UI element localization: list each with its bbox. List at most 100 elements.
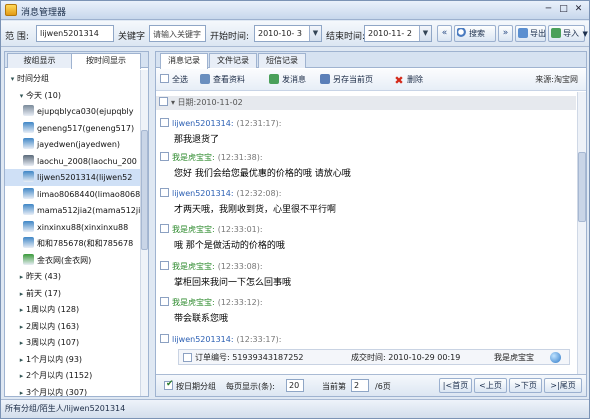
next-page-button[interactable]: >下页 — [509, 378, 542, 393]
total-pages: /6页 — [375, 382, 391, 391]
current-page-input[interactable]: 2 — [351, 379, 369, 392]
message-header: 我是虎宝宝: (12:33:01): — [160, 224, 263, 235]
tab-sms-records[interactable]: 短信记录 — [258, 53, 306, 68]
sender-name[interactable]: lijwen5201314: — [172, 189, 234, 198]
export-button[interactable]: 导出 — [515, 25, 546, 42]
message-checkbox[interactable] — [160, 261, 169, 270]
group-by-day-toggle[interactable]: ✔ 按日期分组 — [164, 379, 216, 392]
select-all-checkbox[interactable] — [160, 74, 169, 83]
sender-name[interactable]: 我是虎宝宝: — [172, 262, 215, 271]
tree-group-item[interactable]: ▸ 3个月以内 (307) — [5, 384, 148, 397]
order-number: 订单编号: 51939343187252 — [195, 353, 304, 362]
message-scrollbar[interactable] — [577, 92, 586, 374]
expand-arrow-icon[interactable]: ▸ — [17, 319, 26, 335]
group-by-day-checkbox[interactable]: ✔ — [164, 379, 174, 390]
keyword-input[interactable]: 请输入关键字 — [149, 25, 206, 42]
chevron-down-icon[interactable]: ▼ — [419, 26, 431, 41]
per-page-input[interactable]: 20 — [286, 379, 304, 392]
prev-page-button[interactable]: <上页 — [474, 378, 507, 393]
minimize-button[interactable]: ─ — [542, 4, 555, 16]
expand-arrow-icon[interactable]: ▸ — [17, 286, 26, 302]
expand-arrow-icon[interactable]: ▸ — [17, 385, 26, 397]
tree-group-item[interactable]: ▸ 1个月以内 (93) — [5, 351, 148, 368]
contact-item[interactable]: geneng517(geneng517) — [5, 120, 148, 137]
contact-item[interactable]: 金衣网(金衣网) — [5, 252, 148, 269]
import-button[interactable]: 导入 ▼ — [548, 25, 588, 42]
message-checkbox[interactable] — [160, 334, 169, 343]
sender-name[interactable]: 我是虎宝宝: — [172, 225, 215, 234]
expand-arrow-icon[interactable]: ▸ — [17, 368, 26, 384]
contact-item[interactable]: ejupqblyca030(ejupqbly — [5, 103, 148, 120]
tab-file-records[interactable]: 文件记录 — [209, 53, 257, 68]
message-checkbox[interactable] — [160, 224, 169, 233]
tree-item-label: 金衣网(金衣网) — [37, 255, 92, 265]
scroll-thumb[interactable] — [141, 130, 148, 250]
close-button[interactable]: ✕ — [572, 4, 585, 16]
contact-item[interactable]: mama512jia2(mama512ji — [5, 202, 148, 219]
chevron-down-icon[interactable]: ▼ — [583, 30, 588, 38]
last-page-button[interactable]: >|尾页 — [544, 378, 582, 393]
profile-icon — [200, 74, 210, 84]
expand-arrow-icon[interactable]: ▸ — [17, 302, 26, 318]
expand-arrow-icon[interactable]: ▸ — [17, 352, 26, 368]
tree-group-item[interactable]: ▸ 昨天 (43) — [5, 268, 148, 285]
tab-by-group[interactable]: 按组显示 — [7, 53, 72, 68]
sender-name[interactable]: 我是虎宝宝: — [172, 153, 215, 162]
contact-item[interactable]: 和和785678(和和785678 — [5, 235, 148, 252]
avatar-icon — [23, 105, 34, 116]
contact-item[interactable]: xinxinxu88(xinxinxu88 — [5, 219, 148, 236]
group-by-day-label: 按日期分组 — [176, 382, 216, 391]
expand-arrow-icon[interactable]: ▸ — [17, 269, 26, 285]
order-card[interactable]: 订单编号: 51939343187252 成交时间: 2010-10-29 00:… — [178, 349, 570, 365]
message-checkbox[interactable] — [160, 118, 169, 127]
sender-name[interactable]: 我是虎宝宝: — [172, 298, 215, 307]
next-period-button[interactable]: » — [498, 25, 513, 42]
range-field[interactable]: lijwen5201314 — [36, 25, 114, 42]
date-group-checkbox[interactable] — [159, 97, 168, 106]
tree-group-item[interactable]: ▸ 前天 (17) — [5, 285, 148, 302]
record-toolbar: 全选 查看资料 发消息 另存当前页 ✖ 删除 来源:淘宝网 — [156, 69, 586, 91]
contact-item[interactable]: laochu_2008(laochu_200 — [5, 153, 148, 170]
tab-by-time[interactable]: 按时间显示 — [71, 53, 141, 69]
message-checkbox[interactable] — [160, 188, 169, 197]
save-page-button[interactable]: 另存当前页 — [320, 74, 373, 86]
select-all[interactable]: 全选 — [160, 74, 188, 86]
date-group-header[interactable]: ▾ 日期:2010-11-02 — [156, 96, 576, 110]
left-scrollbar[interactable] — [140, 70, 148, 396]
expand-arrow-icon[interactable]: ▸ — [17, 335, 26, 351]
message-time: (12:33:17): — [236, 335, 282, 344]
avatar-icon — [23, 138, 34, 149]
start-time-select[interactable]: 2010-10- 3 ▼ — [254, 25, 322, 42]
tree-item-label: 和和785678(和和785678 — [37, 239, 134, 248]
tree-group-item[interactable]: ▸ 2周以内 (163) — [5, 318, 148, 335]
tree-item-label: mama512jia2(mama512ji — [37, 206, 141, 215]
search-button[interactable]: 搜索 — [454, 25, 496, 42]
end-time-select[interactable]: 2010-11- 2 ▼ — [364, 25, 432, 42]
globe-icon[interactable] — [550, 352, 561, 363]
first-page-button[interactable]: |<首页 — [439, 378, 472, 393]
order-checkbox[interactable] — [183, 353, 192, 362]
contact-item[interactable]: lijwen5201314(lijwen52 — [5, 169, 148, 186]
collapse-arrow-icon[interactable]: ▾ — [8, 71, 17, 87]
chevron-down-icon[interactable]: ▼ — [309, 26, 321, 41]
scroll-thumb[interactable] — [578, 152, 586, 222]
view-profile-button[interactable]: 查看资料 — [200, 74, 245, 86]
delete-button[interactable]: ✖ 删除 — [394, 74, 423, 86]
contact-item[interactable]: jayedwen(jayedwen) — [5, 136, 148, 153]
sender-name[interactable]: lijwen5201314: — [172, 119, 234, 128]
tree-group-item[interactable]: ▸ 1周以内 (128) — [5, 301, 148, 318]
send-message-button[interactable]: 发消息 — [269, 74, 306, 86]
tab-message-records[interactable]: 消息记录 — [160, 53, 208, 69]
message-checkbox[interactable] — [160, 297, 169, 306]
maximize-button[interactable]: □ — [557, 4, 570, 16]
collapse-arrow-icon[interactable]: ▾ — [17, 88, 26, 104]
prev-period-button[interactable]: « — [437, 25, 452, 42]
tree-group-item[interactable]: ▸ 3周以内 (107) — [5, 334, 148, 351]
message-checkbox[interactable] — [160, 152, 169, 161]
sender-name[interactable]: lijwen5201314: — [172, 335, 234, 344]
contact-item[interactable]: limao8068440(limao8068 — [5, 186, 148, 203]
tree-group-item[interactable]: ▾ 今天 (10) — [5, 87, 148, 104]
tree-group-item[interactable]: ▸ 2个月以内 (1152) — [5, 367, 148, 384]
message-time: (12:31:38): — [217, 153, 263, 162]
tree-group-item[interactable]: ▾ 时间分组 — [5, 70, 148, 87]
